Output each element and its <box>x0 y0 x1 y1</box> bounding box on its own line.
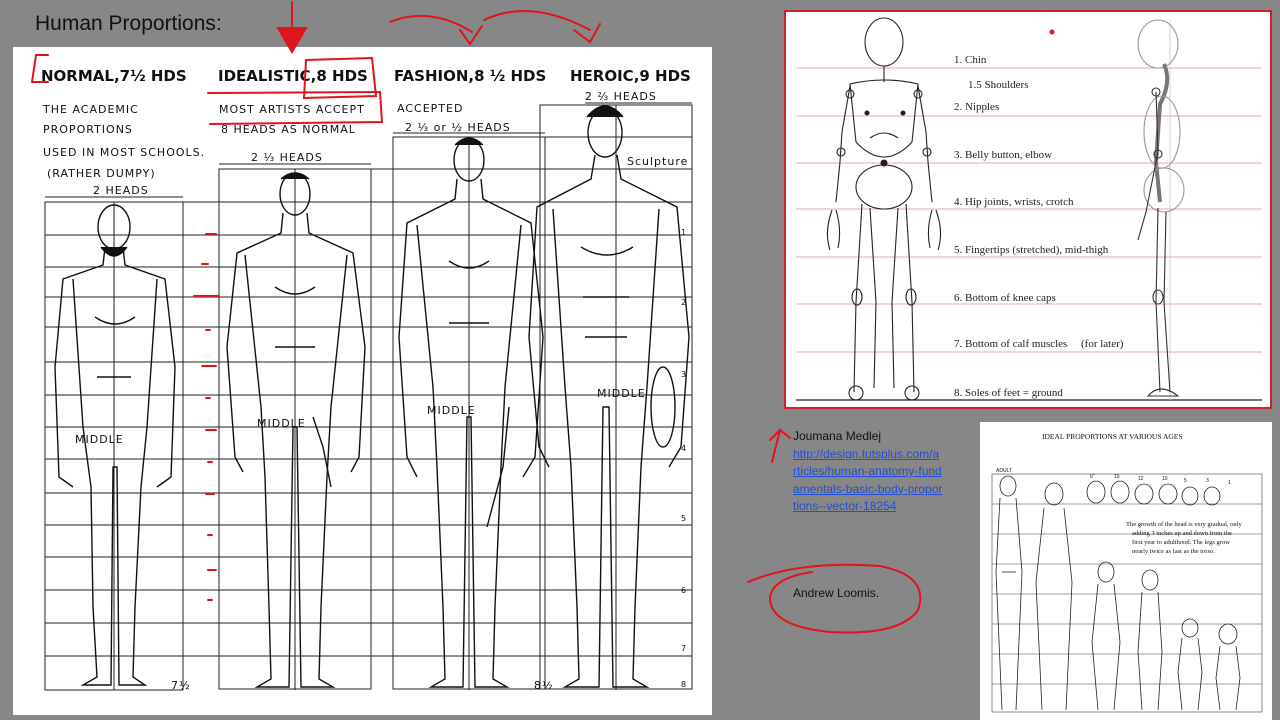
ideal-note-1: MOST ARTISTS ACCEPT <box>219 103 365 116</box>
credit-link[interactable]: http://design.tutsplus.com/articles/huma… <box>793 447 942 514</box>
heroic-width-label: 2 ⅔ HEADS <box>585 90 657 103</box>
middle-label-normal: MIDDLE <box>75 433 124 446</box>
label-calf-muscles: 7. Bottom of calf muscles <box>954 338 1067 350</box>
scale-number: 4 <box>681 444 686 453</box>
fashion-bottom-fraction: 8½ <box>534 679 554 692</box>
age-label-3: 3 <box>1206 478 1209 484</box>
scale-number: 1 <box>681 228 686 237</box>
credit-author: Joumana Medlej <box>793 429 882 443</box>
ages-figures <box>995 475 1241 711</box>
scale-number: 8 <box>681 680 686 689</box>
header-heroic: HEROIC,9 HDS <box>570 67 691 85</box>
normal-note-3: USED IN MOST SCHOOLS. <box>43 146 205 159</box>
label-hip-joints: 4. Hip joints, wrists, crotch <box>954 196 1074 208</box>
ideal-width-label: 2 ⅓ HEADS <box>251 151 323 164</box>
middle-label-fashion: MIDDLE <box>427 404 476 417</box>
header-fashion: FASHION,8 ½ HDS <box>394 67 546 85</box>
side-skeleton-figure <box>1137 19 1185 397</box>
heroic-sculpture-label: Sculpture <box>627 155 688 168</box>
arrow-to-credit <box>769 428 791 463</box>
figure-idealistic <box>226 172 366 688</box>
normal-width-label: 2 HEADS <box>93 184 149 197</box>
arrow-head-heroic <box>573 23 601 44</box>
fashion-width-label: 2 ⅓ or ½ HEADS <box>405 121 511 134</box>
proportions-sheet: 1. Chin 1.5 Shoulders 2. Nipples 3. Bell… <box>784 10 1272 409</box>
scale-number: 3 <box>681 370 686 379</box>
scale-number: 2 <box>681 298 686 307</box>
normal-note-1: THE ACADEMIC <box>42 103 139 116</box>
normal-note-2: PROPORTIONS <box>43 123 133 136</box>
age-label-1: 1 <box>1228 480 1231 486</box>
scale-number: 6 <box>681 586 686 595</box>
middle-label-heroic: MIDDLE <box>597 387 646 400</box>
ages-note-3: first year to adulthood. The legs grow <box>1132 539 1230 546</box>
label-knee-caps: 6. Bottom of knee caps <box>954 292 1056 304</box>
ages-note-1: The growth of the head is very gradual, … <box>1126 521 1242 528</box>
label-chin: 1. Chin <box>954 54 987 66</box>
scale-number: 5 <box>681 514 686 523</box>
middle-label-ideal: MIDDLE <box>257 417 306 430</box>
ideal-note-2: 8 HEADS AS NORMAL <box>221 123 356 136</box>
normal-bottom-fraction: 7½ <box>171 679 191 692</box>
ages-note-4: nearly twice as fast as the torso. <box>1132 548 1215 555</box>
label-fingertips: 5. Fingertips (stretched), mid-thigh <box>954 244 1109 256</box>
header-idealistic: IDEALISTIC,8 HDS <box>218 67 368 85</box>
slide-title: Human Proportions: <box>35 12 222 35</box>
label-shoulders: 1.5 Shoulders <box>968 79 1029 91</box>
age-label-5: 5 <box>1184 478 1187 484</box>
loomis-proportion-chart: NORMAL,7½ HDS IDEALISTIC,8 HDS FASHION,8… <box>13 47 712 715</box>
fashion-note-1: ACCEPTED <box>397 102 463 115</box>
ages-note-2: adding 3 inches up and down from the <box>1132 530 1232 537</box>
label-belly-button: 3. Belly button, elbow <box>954 149 1052 161</box>
age-label-12: 12 <box>1138 476 1144 482</box>
age-label-15: 15 <box>1114 474 1120 480</box>
age-label-adult: ADULT <box>996 468 1012 474</box>
loomis-credit: Andrew Loomis. <box>793 586 880 600</box>
label-soles: 8. Soles of feet = ground <box>954 387 1063 399</box>
arrow-curve-fashion <box>389 14 473 33</box>
label-nipples: 2. Nipples <box>954 101 999 113</box>
age-label-6: 6" <box>1090 474 1095 480</box>
arrow-curve-heroic <box>483 10 591 31</box>
ages-proportions-sheet: IDEAL PROPORTIONS AT VARIOUS AGES The gr… <box>980 422 1272 720</box>
ages-sheet-title: IDEAL PROPORTIONS AT VARIOUS AGES <box>1042 432 1183 441</box>
age-label-10: 10 <box>1162 476 1168 482</box>
arrow-head-fashion <box>459 25 483 46</box>
header-normal: NORMAL,7½ HDS <box>41 67 187 85</box>
label-calf-note: (for later) <box>1081 338 1124 350</box>
scale-number: 7 <box>681 644 686 653</box>
credit-block: Joumana Medlej http://design.tutsplus.co… <box>793 428 943 516</box>
normal-note-4: (RATHER DUMPY) <box>47 167 156 180</box>
